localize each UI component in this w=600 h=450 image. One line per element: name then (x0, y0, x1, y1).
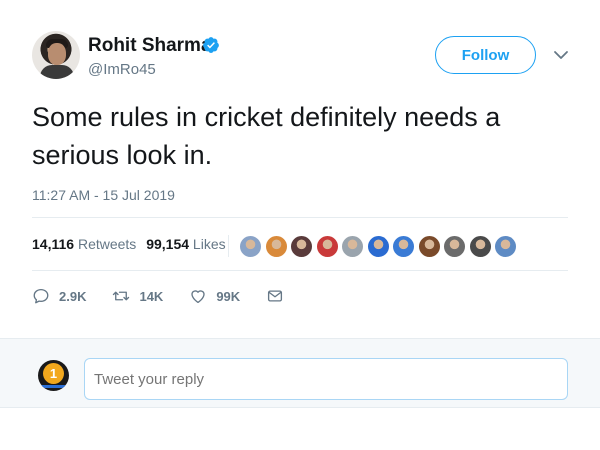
avatar-body (40, 65, 74, 79)
reply-input[interactable] (84, 358, 568, 400)
liker-avatar[interactable] (392, 234, 415, 258)
retweets-label: Retweets (77, 236, 137, 252)
liker-avatar[interactable] (290, 234, 313, 258)
avatar-badge: 1 (43, 363, 64, 384)
likes-label: Likes (192, 236, 226, 252)
reply-count: 2.9K (59, 288, 87, 304)
heart-icon (191, 290, 206, 304)
tweet-text: Some rules in cricket definitely needs a… (32, 102, 501, 170)
author-name[interactable]: Rohit Sharma (88, 35, 212, 57)
liker-avatar[interactable] (494, 234, 517, 258)
author-handle[interactable]: @ImRo45 (88, 61, 156, 78)
likes-count: 99,154 (146, 236, 190, 252)
follow-button[interactable]: Follow (435, 36, 536, 74)
reply-user-avatar[interactable]: 1 (38, 360, 69, 391)
retweet-count: 14K (139, 288, 164, 304)
tweet-stats: 14,116 Retweets 99,154 Likes (32, 236, 232, 252)
retweets-stat[interactable]: 14,116 Retweets (32, 236, 136, 252)
liker-avatar[interactable] (417, 234, 441, 258)
likers-separator (228, 235, 229, 257)
tweet-actions: 2.9K 14K 99K (32, 287, 319, 305)
direct-message-action[interactable] (266, 287, 293, 305)
reply-composer: 1 (0, 338, 600, 408)
avatar-face (48, 43, 66, 65)
liker-avatar[interactable] (239, 234, 262, 258)
liker-avatar[interactable] (341, 234, 364, 258)
chevron-down-icon[interactable] (553, 47, 569, 63)
author-avatar[interactable] (32, 31, 80, 79)
likers-avatar-row (228, 232, 520, 260)
retweet-action[interactable]: 14K (112, 287, 163, 305)
likes-stat[interactable]: 99,154 Likes (146, 236, 225, 252)
liker-avatar[interactable] (468, 234, 492, 258)
reply-icon (33, 288, 49, 304)
liker-avatar[interactable] (315, 234, 339, 258)
liker-avatar[interactable] (264, 234, 288, 258)
tweet-timestamp[interactable]: 11:27 AM - 15 Jul 2019 (32, 187, 175, 203)
avatar-strip (41, 385, 66, 388)
retweets-count: 14,116 (32, 236, 75, 252)
like-action[interactable]: 99K (189, 287, 240, 305)
verified-badge-icon (203, 37, 219, 53)
envelope-icon (268, 290, 283, 302)
liker-avatar[interactable] (366, 234, 390, 258)
liker-avatar[interactable] (443, 234, 466, 258)
like-count: 99K (216, 288, 241, 304)
retweet-icon (113, 291, 130, 301)
divider (32, 270, 568, 271)
tweet-card: Rohit Sharma @ImRo45 Follow Some rules i… (0, 0, 600, 338)
reply-action[interactable]: 2.9K (32, 287, 86, 305)
divider (32, 217, 568, 218)
